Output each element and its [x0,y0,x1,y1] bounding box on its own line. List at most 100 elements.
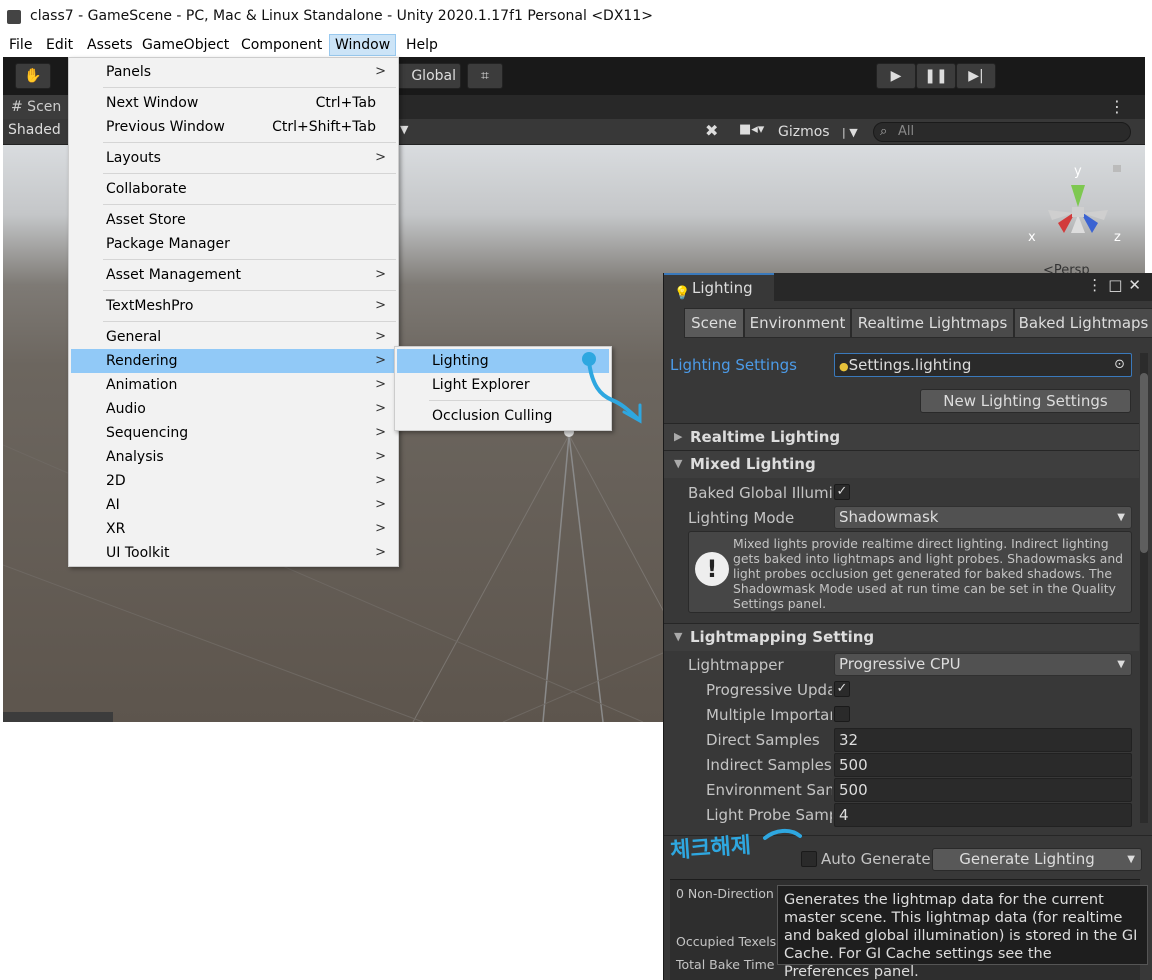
tab-lighting[interactable]: 💡 Lighting [664,273,774,301]
menu-item-label: General [106,329,162,345]
unity-app-icon [7,10,21,24]
camera-icon[interactable]: ■◂▾ [739,122,764,137]
menu-edit[interactable]: Edit [41,34,78,56]
step-button[interactable]: ▶| [956,63,996,89]
maximize-icon[interactable]: □ [1108,276,1128,294]
menu-help[interactable]: Help [401,34,443,56]
menu-item-lighting[interactable]: Lighting [397,349,609,373]
lightmapper-dropdown[interactable]: Progressive CPU ▼ [834,653,1132,676]
menu-item-asset-management[interactable]: Asset Management > [71,263,396,287]
indirect-samples-input[interactable]: 500 [834,753,1132,777]
multiple-importance-label: Multiple Importan [706,706,832,724]
axis-x-label: x [1028,230,1036,245]
menu-divider [103,290,396,291]
tools-icon[interactable]: ✖ [705,121,718,140]
object-picker-icon[interactable]: ⊙ [1114,354,1125,376]
menu-item-label: Previous Window [106,119,225,135]
menu-item-analysis[interactable]: Analysis > [71,445,396,469]
menu-item-asset-store[interactable]: Asset Store [71,208,396,232]
menu-item-light-explorer[interactable]: Light Explorer [397,373,609,397]
auto-generate-checkbox[interactable] [801,851,817,867]
menu-window[interactable]: Window [329,34,397,56]
pivot-global-toggle[interactable]: Global [393,63,461,89]
generate-lighting-button[interactable]: Generate Lighting ▼ [932,848,1142,871]
kebab-menu-icon[interactable]: ⋮ [1109,97,1125,116]
menu-item-general[interactable]: General > [71,325,396,349]
tab-scene[interactable]: Scene [684,308,744,338]
menu-item-previous-window[interactable]: Previous Window Ctrl+Shift+Tab [71,115,396,139]
warning-icon: ! [695,552,729,586]
chevron-down-icon: ▼ [1117,512,1125,523]
axis-z-label: z [1114,230,1121,245]
chevron-right-icon: > [375,298,386,313]
lighting-window: 💡 Lighting ⋮□✕ Scene Environment Realtim… [663,273,1152,980]
progressive-updates-checkbox[interactable]: ✓ [834,681,850,697]
new-lighting-settings-button[interactable]: New Lighting Settings [920,389,1131,413]
global-label: Global [411,68,456,84]
tab-realtime-lightmaps[interactable]: Realtime Lightmaps [851,308,1014,338]
tab-environment[interactable]: Environment [744,308,851,338]
menu-item-2d[interactable]: 2D > [71,469,396,493]
menu-item-layouts[interactable]: Layouts > [71,146,396,170]
menu-item-textmeshpro[interactable]: TextMeshPro > [71,294,396,318]
menu-item-next-window[interactable]: Next Window Ctrl+Tab [71,91,396,115]
menu-item-label: Layouts [106,150,161,166]
baked-gi-checkbox[interactable]: ✓ [834,484,850,500]
menu-item-occlusion-culling[interactable]: Occlusion Culling [397,404,609,428]
direct-samples-input[interactable]: 32 [834,728,1132,752]
menu-component[interactable]: Component [236,34,327,56]
scrollbar-thumb[interactable] [1140,373,1148,553]
menu-item-audio[interactable]: Audio > [71,397,396,421]
chevron-right-icon: > [375,473,386,488]
hand-tool-button[interactable]: ✋ [15,63,51,89]
kebab-menu-icon[interactable]: ⋮ [1087,276,1108,294]
menu-item-label: Lighting [432,353,489,369]
menu-item-rendering[interactable]: Rendering > [71,349,396,373]
menu-item-package-manager[interactable]: Package Manager [71,232,396,256]
menu-divider [103,142,396,143]
scene-search-input[interactable]: ⌕ All [873,122,1131,142]
menu-item-ai[interactable]: AI > [71,493,396,517]
menu-item-sequencing[interactable]: Sequencing > [71,421,396,445]
multiple-importance-checkbox[interactable] [834,706,850,722]
menu-item-xr[interactable]: XR > [71,517,396,541]
chevron-down-icon[interactable]: ▼ [1127,849,1135,870]
light-probe-samples-input[interactable]: 4 [834,803,1132,827]
lighting-mode-dropdown[interactable]: Shadowmask ▼ [834,506,1132,529]
tab-baked-lightmaps[interactable]: Baked Lightmaps [1014,308,1152,338]
close-icon[interactable]: ✕ [1128,276,1147,294]
menu-divider [103,204,396,205]
menu-gameobject[interactable]: GameObject [137,34,234,56]
generate-lighting-tooltip: Generates the lightmap data for the curr… [777,885,1148,980]
menu-assets[interactable]: Assets [82,34,138,56]
realtime-lighting-section[interactable]: ▶ Realtime Lighting [664,423,1139,451]
menu-file[interactable]: File [4,34,37,56]
play-button[interactable]: ▶ [876,63,916,89]
console-tab[interactable] [3,712,113,722]
dropdown-arrow-icon[interactable]: ▼ [400,123,408,136]
environment-samples-input[interactable]: 500 [834,778,1132,802]
menu-item-ui-toolkit[interactable]: UI Toolkit > [71,541,396,565]
title-bar: class7 - GameScene - PC, Mac & Linux Sta… [0,0,1152,34]
hand-icon: ✋ [24,68,42,84]
menu-item-label: 2D [106,473,126,489]
pause-button[interactable]: ❚❚ [916,63,956,89]
menu-item-label: Audio [106,401,146,417]
menu-item-label: Package Manager [106,236,230,252]
menu-item-label: Asset Management [106,267,241,283]
menu-item-label: Light Explorer [432,377,530,393]
gizmos-button[interactable]: Gizmos | ▼ [778,121,858,143]
lighting-scrollbar[interactable] [1140,353,1148,823]
lightmapping-settings-section[interactable]: ▼ Lightmapping Setting [664,623,1139,651]
draw-mode-dropdown[interactable]: Shaded [8,122,61,138]
grid-snap-button[interactable]: ⌗ [467,63,503,89]
menu-item-label: Analysis [106,449,164,465]
lock-icon[interactable] [1113,165,1121,172]
orientation-gizmo[interactable]: y x z [1028,155,1128,265]
lighting-settings-field[interactable]: ●Settings.lighting ⊙ [834,353,1132,377]
menu-item-collaborate[interactable]: Collaborate [71,177,396,201]
menu-item-panels[interactable]: Panels > [71,60,396,84]
mixed-lighting-section[interactable]: ▼ Mixed Lighting [664,450,1139,478]
menu-item-animation[interactable]: Animation > [71,373,396,397]
search-placeholder: All [898,124,915,139]
